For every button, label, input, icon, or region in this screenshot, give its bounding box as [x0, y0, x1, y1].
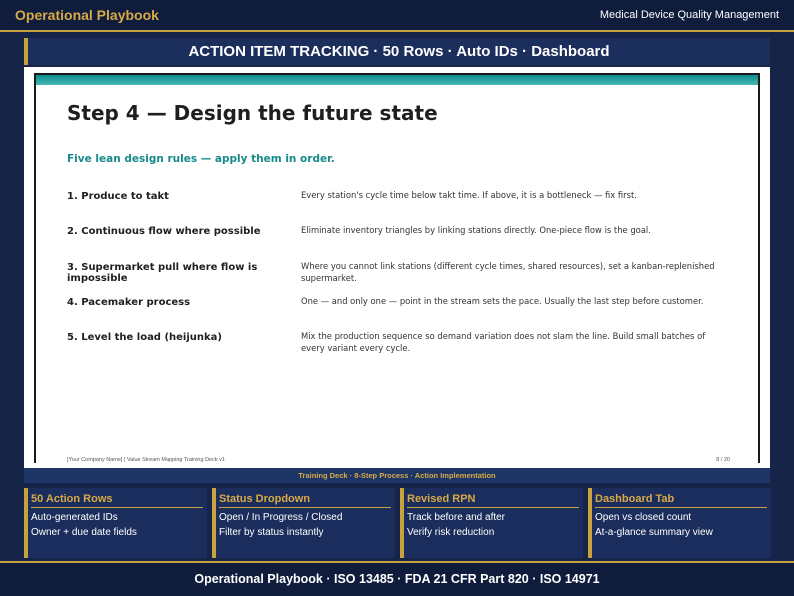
slide-subtitle: Five lean design rules — apply them in o… [67, 153, 335, 165]
slide-caption-strip: Training Deck · 8-Step Process · Action … [24, 468, 770, 483]
slide-title: Step 4 — Design the future state [67, 101, 438, 125]
bottom-bar: Operational Playbook · ISO 13485 · FDA 2… [0, 561, 794, 596]
card-title: Status Dropdown [219, 493, 311, 505]
card-item: Filter by status instantly [219, 527, 324, 538]
rule-description: Every station's cycle time below takt ti… [301, 190, 637, 200]
feature-card: Revised RPN Track before and after Verif… [400, 488, 583, 558]
rule-name: 2. Continuous flow where possible [67, 226, 261, 237]
rule-description: Eliminate inventory triangles by linking… [301, 225, 651, 235]
slide-footer-company: [Your Company Name] | Value Stream Mappi… [67, 457, 225, 463]
rule-description: Where you cannot link stations (differen… [301, 261, 715, 283]
top-bar: Operational Playbook Medical Device Qual… [0, 0, 794, 32]
card-item: Track before and after [407, 512, 506, 523]
card-divider [31, 507, 203, 508]
slide-page-number: 8 / 20 [716, 457, 730, 463]
rule-description: Mix the production sequence so demand va… [301, 331, 706, 353]
card-item: Auto-generated IDs [31, 512, 118, 523]
slide-accent-bar [36, 75, 758, 85]
feature-card: Dashboard Tab Open vs closed count At-a-… [588, 488, 771, 558]
card-item: Owner + due date fields [31, 527, 137, 538]
card-title: Revised RPN [407, 493, 476, 505]
card-title: Dashboard Tab [595, 493, 675, 505]
feature-banner: ACTION ITEM TRACKING · 50 Rows · Auto ID… [24, 38, 770, 65]
card-divider [595, 507, 767, 508]
card-item: Open vs closed count [595, 512, 692, 523]
brand-title: Operational Playbook [15, 7, 159, 23]
rule-name: 5. Level the load (heijunka) [67, 332, 222, 343]
feature-card: Status Dropdown Open / In Progress / Clo… [212, 488, 395, 558]
rule-description: One — and only one — point in the stream… [301, 296, 704, 306]
slide-preview: Step 4 — Design the future state Five le… [24, 67, 770, 468]
card-item: Open / In Progress / Closed [219, 512, 343, 523]
card-item: Verify risk reduction [407, 527, 495, 538]
context-label: Medical Device Quality Management [599, 9, 779, 21]
rule-name: 3. Supermarket pull where flow is imposs… [67, 262, 258, 284]
rule-name: 4. Pacemaker process [67, 297, 191, 308]
card-title: 50 Action Rows [31, 493, 113, 505]
rule-name: 1. Produce to takt [67, 191, 169, 202]
card-item: At-a-glance summary view [595, 527, 713, 538]
feature-card: 50 Action Rows Auto-generated IDs Owner … [24, 488, 207, 558]
slide: Step 4 — Design the future state Five le… [34, 73, 760, 463]
card-divider [219, 507, 391, 508]
card-divider [407, 507, 579, 508]
